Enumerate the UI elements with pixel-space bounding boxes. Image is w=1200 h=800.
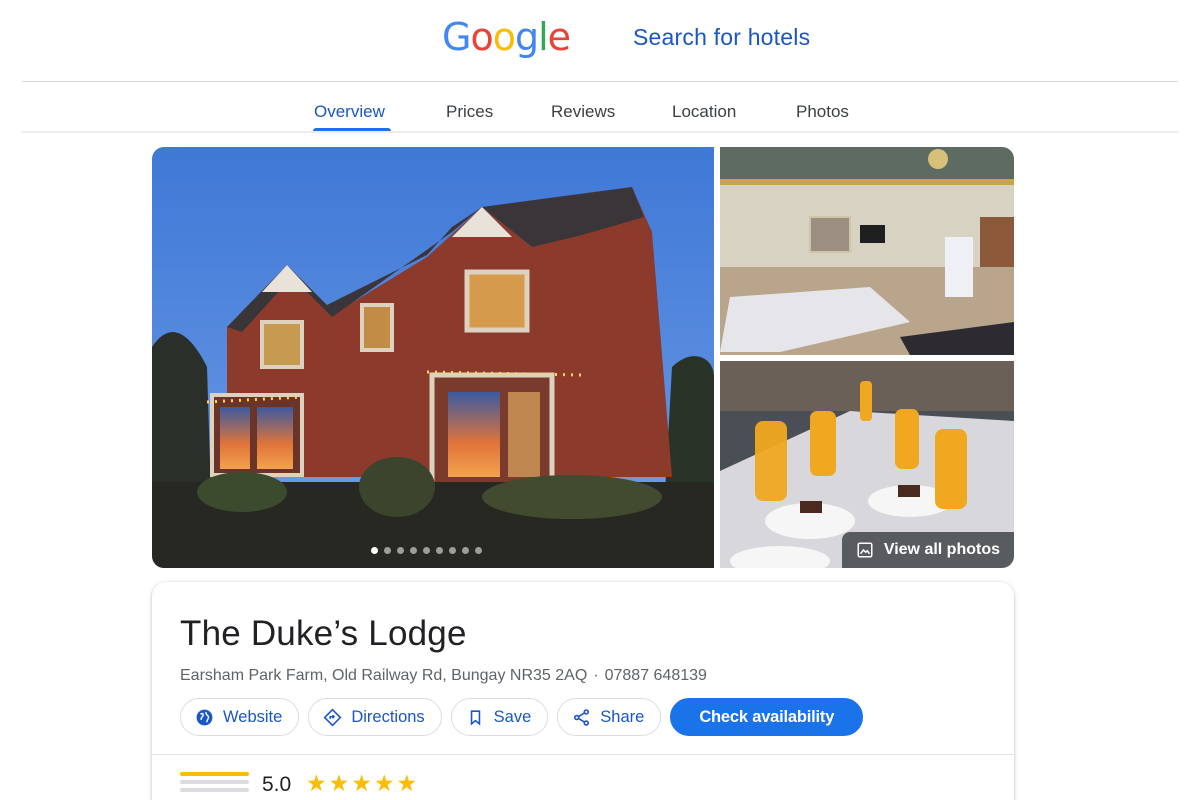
check-availability-button[interactable]: Check availability xyxy=(670,698,864,736)
carousel-dot[interactable] xyxy=(410,547,417,554)
google-logo[interactable]: Google xyxy=(442,14,571,60)
view-all-photos-button[interactable]: View all photos xyxy=(841,532,1014,568)
star-icon: ★ xyxy=(306,770,327,796)
star-icon: ★ xyxy=(373,770,395,796)
carousel-dot[interactable] xyxy=(423,547,430,554)
save-button[interactable]: Save xyxy=(450,698,549,736)
rating-stars: ★ ★ ★ ★ ★ xyxy=(306,770,417,796)
main-hotel-photo[interactable] xyxy=(152,147,714,568)
room-photo[interactable] xyxy=(720,147,1014,355)
logo-letter: o xyxy=(470,15,493,59)
bedroom-image xyxy=(720,147,1014,355)
photo-gallery: View all photos xyxy=(152,147,1014,568)
logo-letter: G xyxy=(442,15,471,59)
logo-letter: l xyxy=(538,15,549,59)
hotel-address: Earsham Park Farm, Old Railway Rd, Bunga… xyxy=(180,667,588,684)
carousel-dot[interactable] xyxy=(397,547,404,554)
globe-icon xyxy=(196,709,213,725)
tab-photos[interactable]: Photos xyxy=(796,102,849,122)
website-button[interactable]: Website xyxy=(180,698,300,736)
carousel-dot[interactable] xyxy=(384,547,391,554)
tab-overview[interactable]: Overview xyxy=(314,102,385,122)
carousel-dot[interactable] xyxy=(371,547,378,554)
image-icon xyxy=(857,542,873,558)
logo-letter: g xyxy=(514,15,539,59)
directions-button[interactable]: Directions xyxy=(308,698,442,736)
carousel-dot[interactable] xyxy=(436,547,443,554)
star-icon: ★ xyxy=(328,770,350,796)
rating-bar xyxy=(180,788,249,792)
logo-letter: e xyxy=(547,15,571,59)
directions-label: Directions xyxy=(351,707,425,726)
share-icon xyxy=(574,708,590,726)
tabs-divider xyxy=(22,131,1178,133)
rating-distribution-bars xyxy=(180,772,249,796)
rating-bar xyxy=(180,780,249,784)
carousel-dots xyxy=(371,547,482,554)
action-buttons: Website Directions Save Share Check avai… xyxy=(180,698,864,736)
tab-bar: Overview Prices Reviews Location Photos xyxy=(0,82,1200,134)
carousel-dot[interactable] xyxy=(449,547,456,554)
hotel-address-line: Earsham Park Farm, Old Railway Rd, Bunga… xyxy=(180,667,707,685)
tab-reviews[interactable]: Reviews xyxy=(551,102,615,122)
rating-score: 5.0 xyxy=(262,773,292,796)
carousel-dot[interactable] xyxy=(475,547,482,554)
tab-prices[interactable]: Prices xyxy=(446,102,493,122)
view-all-photos-label: View all photos xyxy=(883,541,1000,558)
search-for-hotels-title[interactable]: Search for hotels xyxy=(633,24,810,51)
hotel-info-card: The Duke’s Lodge Earsham Park Farm, Old … xyxy=(152,582,1014,800)
dining-photo[interactable]: View all photos xyxy=(720,361,1014,568)
star-icon: ★ xyxy=(351,770,372,796)
hotel-phone[interactable]: 07887 648139 xyxy=(605,667,707,685)
hotel-name: The Duke’s Lodge xyxy=(180,614,467,653)
tab-location[interactable]: Location xyxy=(672,102,736,122)
carousel-dot[interactable] xyxy=(462,547,469,554)
website-label: Website xyxy=(223,707,283,726)
header: Google Search for hotels xyxy=(0,0,1200,82)
card-divider xyxy=(152,754,1014,755)
bookmark-icon xyxy=(470,709,480,725)
logo-letter: o xyxy=(492,15,516,59)
address-separator: · xyxy=(593,667,599,684)
hotel-exterior-image xyxy=(152,147,714,568)
share-button[interactable]: Share xyxy=(557,698,662,736)
directions-icon xyxy=(323,708,342,726)
save-label: Save xyxy=(493,707,532,726)
star-icon: ★ xyxy=(396,770,418,796)
rating-bar xyxy=(180,772,249,776)
share-label: Share xyxy=(600,707,645,726)
